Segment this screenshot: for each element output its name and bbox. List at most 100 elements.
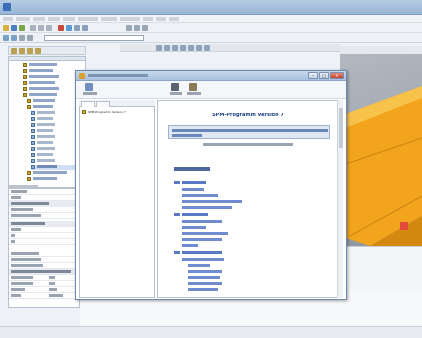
print-button[interactable] xyxy=(166,83,186,97)
menu-item[interactable] xyxy=(156,17,166,21)
back-icon[interactable] xyxy=(3,35,9,41)
refresh-icon[interactable] xyxy=(66,25,72,31)
menu-item[interactable] xyxy=(63,17,75,21)
menu-item[interactable] xyxy=(33,17,45,21)
folder-icon xyxy=(27,171,31,175)
toc-link[interactable] xyxy=(188,270,222,273)
toc-link[interactable] xyxy=(188,276,220,279)
toc-link[interactable] xyxy=(182,244,198,247)
tool-icon[interactable] xyxy=(126,25,132,31)
minimize-button[interactable]: – xyxy=(308,72,318,79)
toc-link[interactable] xyxy=(188,288,218,291)
tree-tool-icon[interactable] xyxy=(11,48,17,54)
viewport-lower-panel xyxy=(340,246,422,290)
scrollbar-thumb[interactable] xyxy=(339,108,343,148)
menu-item[interactable] xyxy=(169,17,179,21)
tool-icon[interactable] xyxy=(142,25,148,31)
redo-icon[interactable] xyxy=(82,25,88,31)
tool-icon[interactable] xyxy=(204,45,210,51)
file-icon xyxy=(31,111,35,115)
help-navigation-pane[interactable] xyxy=(79,100,155,298)
maximize-button[interactable]: □ xyxy=(319,72,329,79)
forward-icon[interactable] xyxy=(11,35,17,41)
help-nav-tabs xyxy=(79,100,155,107)
toc-link[interactable] xyxy=(182,194,218,197)
help-window-icon xyxy=(79,73,85,79)
menu-item[interactable] xyxy=(16,17,30,21)
3d-viewport[interactable] xyxy=(340,46,422,246)
toc-link[interactable] xyxy=(188,264,210,267)
tab-index[interactable] xyxy=(96,101,110,107)
folder-icon xyxy=(23,69,27,73)
toc-link[interactable] xyxy=(182,232,228,235)
folder-icon xyxy=(23,63,27,67)
path-combobox[interactable] xyxy=(44,35,144,41)
toc-link[interactable] xyxy=(182,181,206,184)
file-icon xyxy=(31,117,35,121)
hide-button[interactable] xyxy=(80,83,100,97)
toc-link[interactable] xyxy=(182,188,204,191)
options-button[interactable] xyxy=(184,83,204,97)
open-icon[interactable] xyxy=(3,25,9,31)
axis-triad-icon xyxy=(400,222,408,230)
tree-tool-icon[interactable] xyxy=(19,48,25,54)
tool-icon[interactable] xyxy=(188,45,194,51)
folder-icon xyxy=(23,93,27,97)
toc-link[interactable] xyxy=(174,213,180,216)
new-icon[interactable] xyxy=(19,25,25,31)
toc-link[interactable] xyxy=(182,213,208,216)
status-bar xyxy=(0,326,422,338)
copyright-line xyxy=(158,143,338,146)
tab-contents[interactable] xyxy=(81,101,95,107)
tool-icon[interactable] xyxy=(196,45,202,51)
tree-item-selected[interactable] xyxy=(31,165,79,170)
prop-row[interactable] xyxy=(9,293,81,299)
menu-item[interactable] xyxy=(3,17,13,21)
tree-tool-icon[interactable] xyxy=(35,48,41,54)
toc-link[interactable] xyxy=(188,282,222,285)
menu-item[interactable] xyxy=(101,17,117,21)
toc-link[interactable] xyxy=(182,258,224,261)
3d-model-shape xyxy=(340,86,422,246)
stop-icon[interactable] xyxy=(58,25,64,31)
undo-icon[interactable] xyxy=(74,25,80,31)
tool-icon[interactable] xyxy=(180,45,186,51)
prop-row[interactable] xyxy=(9,213,81,219)
toc-link[interactable] xyxy=(174,181,180,184)
cut-icon[interactable] xyxy=(30,25,36,31)
toc-link[interactable] xyxy=(182,226,206,229)
title-bar[interactable] xyxy=(0,0,422,15)
toc-link[interactable] xyxy=(182,251,222,254)
save-icon[interactable] xyxy=(11,25,17,31)
home-icon[interactable] xyxy=(19,35,25,41)
toc-link[interactable] xyxy=(182,206,232,209)
properties-panel[interactable] xyxy=(8,188,81,308)
file-icon xyxy=(31,141,35,145)
tool-icon[interactable] xyxy=(134,25,140,31)
folder-icon[interactable] xyxy=(27,35,33,41)
help-toolbar xyxy=(76,81,346,99)
menu-item[interactable] xyxy=(120,17,140,21)
close-button[interactable]: ✕ xyxy=(330,72,344,79)
menu-item[interactable] xyxy=(48,17,60,21)
menu-item[interactable] xyxy=(78,17,98,21)
toc-link[interactable] xyxy=(182,220,222,223)
help-title-bar[interactable]: – □ ✕ xyxy=(76,71,346,81)
toc-link[interactable] xyxy=(174,251,180,254)
toc-link[interactable] xyxy=(182,200,242,203)
toc-link[interactable] xyxy=(182,238,222,241)
app-icon xyxy=(3,3,11,11)
copy-icon[interactable] xyxy=(38,25,44,31)
tool-icon[interactable] xyxy=(164,45,170,51)
minimize-icon: – xyxy=(312,73,314,78)
file-icon xyxy=(31,123,35,127)
tree-tool-icon[interactable] xyxy=(27,48,33,54)
help-content-pane[interactable]: SPM-Programm Version 7 xyxy=(157,100,343,298)
tool-icon[interactable] xyxy=(172,45,178,51)
tool-icon[interactable] xyxy=(156,45,162,51)
prop-row[interactable] xyxy=(9,239,81,245)
menu-item[interactable] xyxy=(143,17,153,21)
help-content-scrollbar[interactable] xyxy=(337,100,343,298)
help-dialog-window[interactable]: – □ ✕ SPM-Programm Version 7 SPM-Program… xyxy=(75,70,347,300)
paste-icon[interactable] xyxy=(46,25,52,31)
